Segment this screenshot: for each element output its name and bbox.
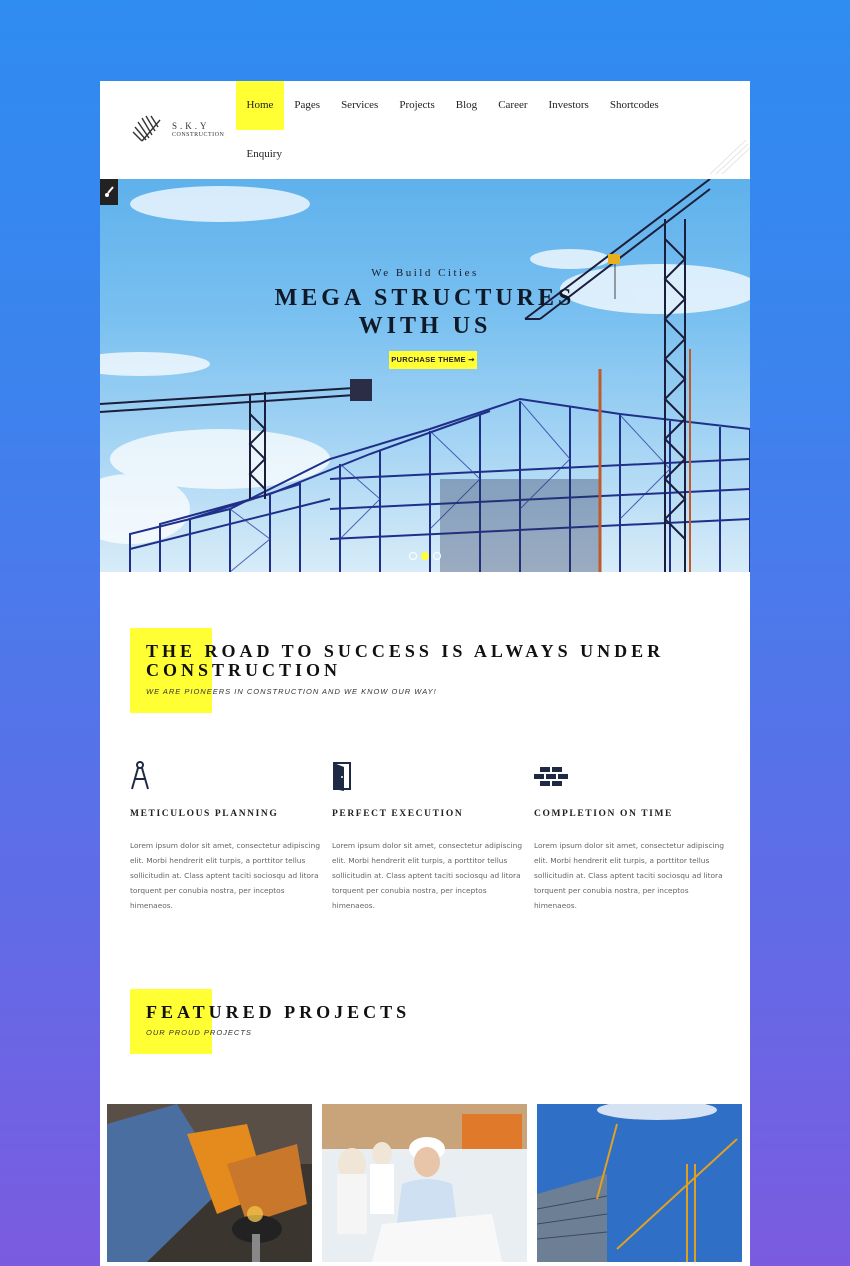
project-image-crane [537,1104,742,1262]
nav-item-investors[interactable]: Investors [538,81,599,130]
feature-card: COMPLETION ON TIME Lorem ipsum dolor sit… [534,761,724,911]
slider-dot[interactable] [433,552,441,560]
paintbrush-icon [105,186,114,197]
site-header: S.K.Y CONSTRUCTION Home Pages Services P… [100,81,750,179]
project-image-drill [107,1104,312,1262]
nav-item-home[interactable]: Home [236,81,284,130]
header-decoration [709,139,750,175]
brand-tagline: CONSTRUCTION [172,131,225,138]
featured-title: FEATURED PROJECTS [146,1002,411,1022]
feature-title: PERFECT EXECUTION [332,809,464,819]
slider-pagination [409,552,441,560]
feature-title: COMPLETION ON TIME [534,809,673,819]
website-preview: S.K.Y CONSTRUCTION Home Pages Services P… [100,81,750,1266]
nav-item-shortcodes[interactable]: Shortcodes [599,81,669,130]
hero-title-line-2: WITH US [358,313,492,339]
slider-dot[interactable] [409,552,417,560]
nav-item-projects[interactable]: Projects [389,81,445,130]
hero-subtitle: We Build Cities [371,267,479,279]
main-nav: Home Pages Services Projects Blog Career… [236,81,706,179]
hero-title-line-1: MEGA STRUCTURES [274,285,576,311]
project-image-engineer [322,1104,527,1262]
project-card[interactable] [322,1104,527,1262]
feature-text: Lorem ipsum dolor sit amet, consectetur … [534,841,725,910]
project-gallery [107,1104,742,1262]
logo-mark-icon [132,115,161,142]
nav-item-pages[interactable]: Pages [284,81,331,130]
feature-title: METICULOUS PLANNING [130,809,279,819]
bricks-icon [534,767,568,786]
hero-construction-image [100,179,750,572]
compass-icon [131,761,149,790]
feature-card: PERFECT EXECUTION Lorem ipsum dolor sit … [332,761,522,911]
style-switcher-button[interactable] [100,179,118,205]
featured-subtitle: OUR PROUD PROJECTS [146,1028,252,1037]
brand-logo[interactable]: S.K.Y CONSTRUCTION [130,112,224,148]
nav-item-blog[interactable]: Blog [445,81,487,130]
purchase-theme-button[interactable]: PURCHASE THEME ➞ [389,351,477,369]
feature-card: METICULOUS PLANNING Lorem ipsum dolor si… [130,761,320,911]
hero-slider: We Build Cities MEGA STRUCTURES WITH US … [100,179,750,572]
nav-item-enquiry[interactable]: Enquiry [236,130,292,179]
project-card[interactable] [107,1104,312,1262]
slider-dot-active[interactable] [421,552,429,560]
feature-text: Lorem ipsum dolor sit amet, consectetur … [130,841,321,910]
door-icon [333,762,351,791]
intro-subtitle: WE ARE PIONEERS IN CONSTRUCTION AND WE K… [146,687,437,696]
intro-title: THE ROAD TO SUCCESS IS ALWAYS UNDER CONS… [146,641,665,680]
hero-title: MEGA STRUCTURES WITH US [100,284,750,340]
nav-item-services[interactable]: Services [331,81,389,130]
feature-text: Lorem ipsum dolor sit amet, consectetur … [332,841,523,910]
brand-name: S.K.Y [172,120,210,131]
nav-item-career[interactable]: Career [488,81,538,130]
project-card[interactable] [537,1104,742,1262]
